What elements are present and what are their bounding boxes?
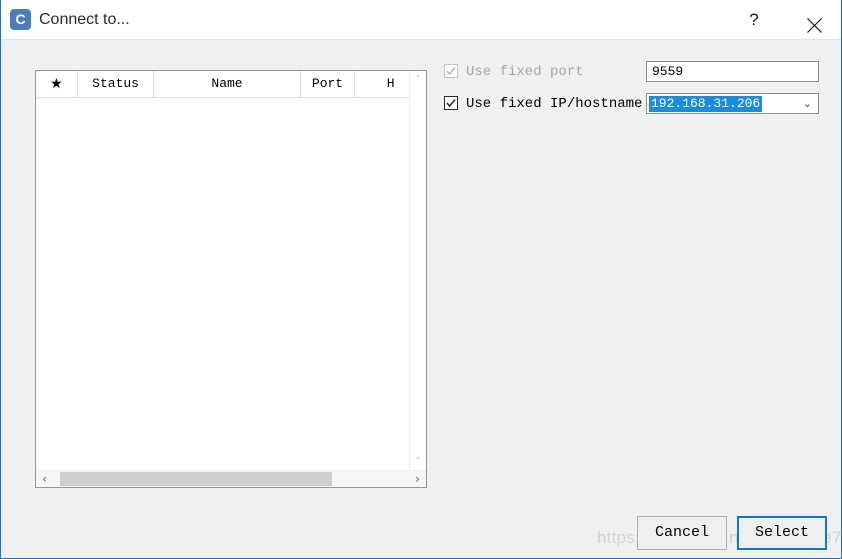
list-vertical-scrollbar[interactable]: ˄ ˅	[409, 71, 426, 470]
select-button[interactable]: Select	[737, 516, 827, 550]
fixed-host-value: 192.168.31.206	[649, 96, 763, 112]
close-button[interactable]	[791, 0, 837, 39]
scroll-left-icon[interactable]: ‹	[36, 471, 53, 487]
window-title: Connect to...	[39, 11, 130, 28]
scroll-down-icon[interactable]: ˅	[410, 453, 426, 470]
list-header: ★ Status Name Port H	[36, 71, 426, 98]
list-horizontal-scrollbar[interactable]: ‹ ›	[36, 470, 426, 487]
fixed-port-row: Use fixed port 9559	[444, 61, 819, 84]
fixed-port-input[interactable]: 9559	[646, 61, 819, 82]
column-header-name[interactable]: Name	[154, 71, 301, 97]
cancel-button[interactable]: Cancel	[637, 516, 727, 550]
fixed-host-checkbox[interactable]	[444, 96, 458, 110]
connection-list-body[interactable]	[36, 98, 409, 470]
app-icon: C	[10, 9, 31, 30]
close-icon	[806, 17, 822, 33]
fixed-host-row: Use fixed IP/hostname 192.168.31.206 ⌄	[444, 93, 819, 116]
fixed-port-value: 9559	[652, 64, 684, 79]
horizontal-scroll-thumb[interactable]	[60, 472, 332, 486]
fixed-port-checkbox[interactable]	[444, 64, 458, 78]
scroll-right-icon[interactable]: ›	[409, 471, 426, 487]
help-button[interactable]: ?	[731, 0, 777, 39]
check-icon	[446, 99, 456, 108]
connection-list-panel[interactable]: ★ Status Name Port H ˄ ˅ ‹ ›	[35, 70, 427, 488]
connect-to-dialog: C Connect to... ? ★ Status Name Port H ˄…	[0, 0, 842, 559]
star-icon: ★	[50, 76, 63, 92]
fixed-host-combobox[interactable]: 192.168.31.206 ⌄	[646, 93, 819, 114]
column-header-status[interactable]: Status	[78, 71, 155, 97]
check-icon	[446, 67, 456, 76]
chevron-down-icon[interactable]: ⌄	[803, 95, 812, 113]
fixed-port-label: Use fixed port	[466, 64, 584, 80]
column-header-favorite[interactable]: ★	[36, 71, 78, 97]
title-bar: C Connect to... ?	[1, 0, 841, 40]
column-header-port[interactable]: Port	[301, 71, 356, 97]
fixed-host-label: Use fixed IP/hostname	[466, 96, 643, 112]
options-panel: Use fixed port 9559 Use fixed IP/hostnam…	[444, 61, 819, 126]
scroll-up-icon[interactable]: ˄	[410, 71, 426, 88]
